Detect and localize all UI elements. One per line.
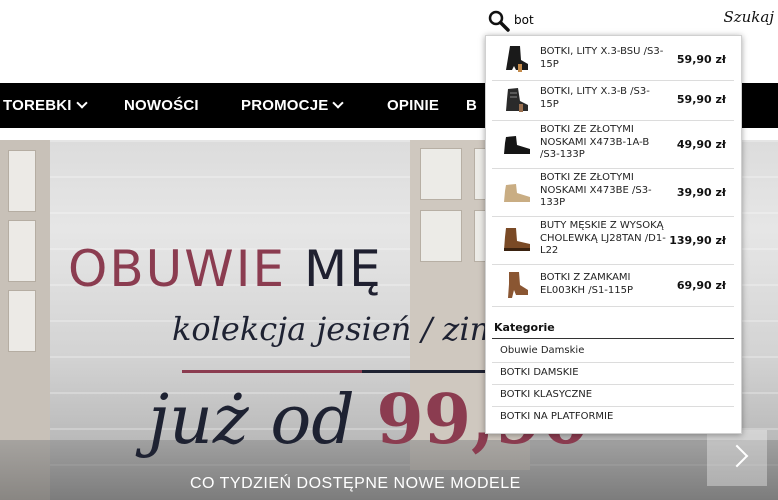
suggestion-name: BUTY MĘSKIE Z WYSOKĄ CHOLEWKĄ LJ28TAN /D… [540, 220, 666, 256]
brown-heel-boot-icon [508, 272, 528, 298]
suggestion-name: BOTKI ZE ZŁOTYMI NOSKAMI X473BE /S3-133P [540, 172, 652, 208]
suggestion-item[interactable]: BOTKI, LITY X.3-B /S3-15P 59,90 zł [492, 80, 734, 121]
suggestion-price: 59,90 zł [676, 53, 726, 66]
nav-item-label: OPINIE [387, 97, 440, 114]
suggestion-name: BOTKI Z ZAMKAMI EL003KH /S1-115P [540, 272, 634, 296]
search-bar: Szukaj [488, 8, 778, 32]
categories-divider [492, 338, 734, 339]
search-suggestions: BOTKI, LITY X.3-BSU /S3-15P 59,90 zł BOT… [485, 35, 742, 434]
black-lace-up-boot-icon [506, 88, 528, 112]
nav-item-b[interactable]: B [466, 83, 477, 128]
categories-title: Kategorie [494, 321, 555, 334]
category-label: Obuwie Damskie [500, 345, 585, 356]
suggestion-name: BOTKI, LITY X.3-B /S3-15P [540, 86, 650, 110]
search-icon[interactable] [488, 10, 510, 32]
search-button[interactable]: Szukaj [723, 8, 774, 26]
suggestion-price: 49,90 zł [676, 138, 726, 151]
nav-item-torebki[interactable]: TOREBKI [3, 83, 88, 128]
suggestion-name: BOTKI, LITY X.3-BSU /S3-15P [540, 46, 664, 70]
suggestion-item[interactable]: BOTKI, LITY X.3-BSU /S3-15P 59,90 zł [492, 38, 734, 81]
beige-ankle-boot-icon [504, 184, 530, 202]
black-ankle-boot-icon [504, 136, 530, 154]
suggestion-item[interactable]: BOTKI ZE ZŁOTYMI NOSKAMI X473BE /S3-133P… [492, 168, 734, 217]
category-label: BOTKI DAMSKIE [500, 367, 579, 378]
category-label: BOTKI KLASYCZNE [500, 389, 593, 400]
suggestion-item[interactable]: BOTKI ZE ZŁOTYMI NOSKAMI X473B-1A-B /S3-… [492, 120, 734, 169]
nav-item-label: TOREBKI [3, 97, 72, 114]
chevron-down-icon [332, 97, 345, 109]
nav-item-nowosci[interactable]: NOWOŚCI [124, 83, 199, 128]
hero-divider-dark [362, 370, 492, 373]
category-item[interactable]: BOTKI DAMSKIE [492, 362, 734, 385]
nav-item-opinie[interactable]: OPINIE [387, 83, 439, 128]
hero-title: OBUWIE MĘ [68, 240, 383, 298]
suggestion-price: 39,90 zł [676, 186, 726, 199]
brown-mens-boot-icon [504, 228, 530, 251]
category-item[interactable]: BOTKI NA PLATFORMIE [492, 406, 734, 428]
suggestion-price: 59,90 zł [676, 93, 726, 106]
hero-divider-accent [182, 370, 362, 373]
suggestion-item[interactable]: BUTY MĘSKIE Z WYSOKĄ CHOLEWKĄ LJ28TAN /D… [492, 216, 734, 265]
nav-item-promocje[interactable]: PROMOCJE [241, 83, 345, 128]
suggestion-price: 69,90 zł [676, 279, 726, 292]
chevron-down-icon [75, 97, 88, 109]
hero-title-part1: OBUWIE [68, 240, 287, 298]
suggestion-price: 139,90 zł [669, 234, 726, 247]
nav-item-label: B [466, 97, 478, 114]
category-label: BOTKI NA PLATFORMIE [500, 411, 614, 422]
hero-title-part2: MĘ [303, 240, 383, 298]
carousel-next-button[interactable] [707, 430, 767, 486]
suggestion-name: BOTKI ZE ZŁOTYMI NOSKAMI X473B-1A-B /S3-… [540, 124, 650, 160]
hero-note: CO TYDZIEŃ DOSTĘPNE NOWE MODELE [190, 475, 521, 492]
hero-price-prefix: już od [148, 381, 355, 460]
nav-item-label: NOWOŚCI [124, 97, 199, 114]
search-input[interactable] [514, 10, 704, 30]
category-item[interactable]: BOTKI KLASYCZNE [492, 384, 734, 407]
black-platform-boot-icon [506, 46, 528, 72]
category-item[interactable]: Obuwie Damskie [492, 340, 734, 363]
suggestion-item[interactable]: BOTKI Z ZAMKAMI EL003KH /S1-115P 69,90 z… [492, 264, 734, 307]
nav-item-label: PROMOCJE [241, 97, 329, 114]
chevron-right-icon [725, 444, 749, 468]
